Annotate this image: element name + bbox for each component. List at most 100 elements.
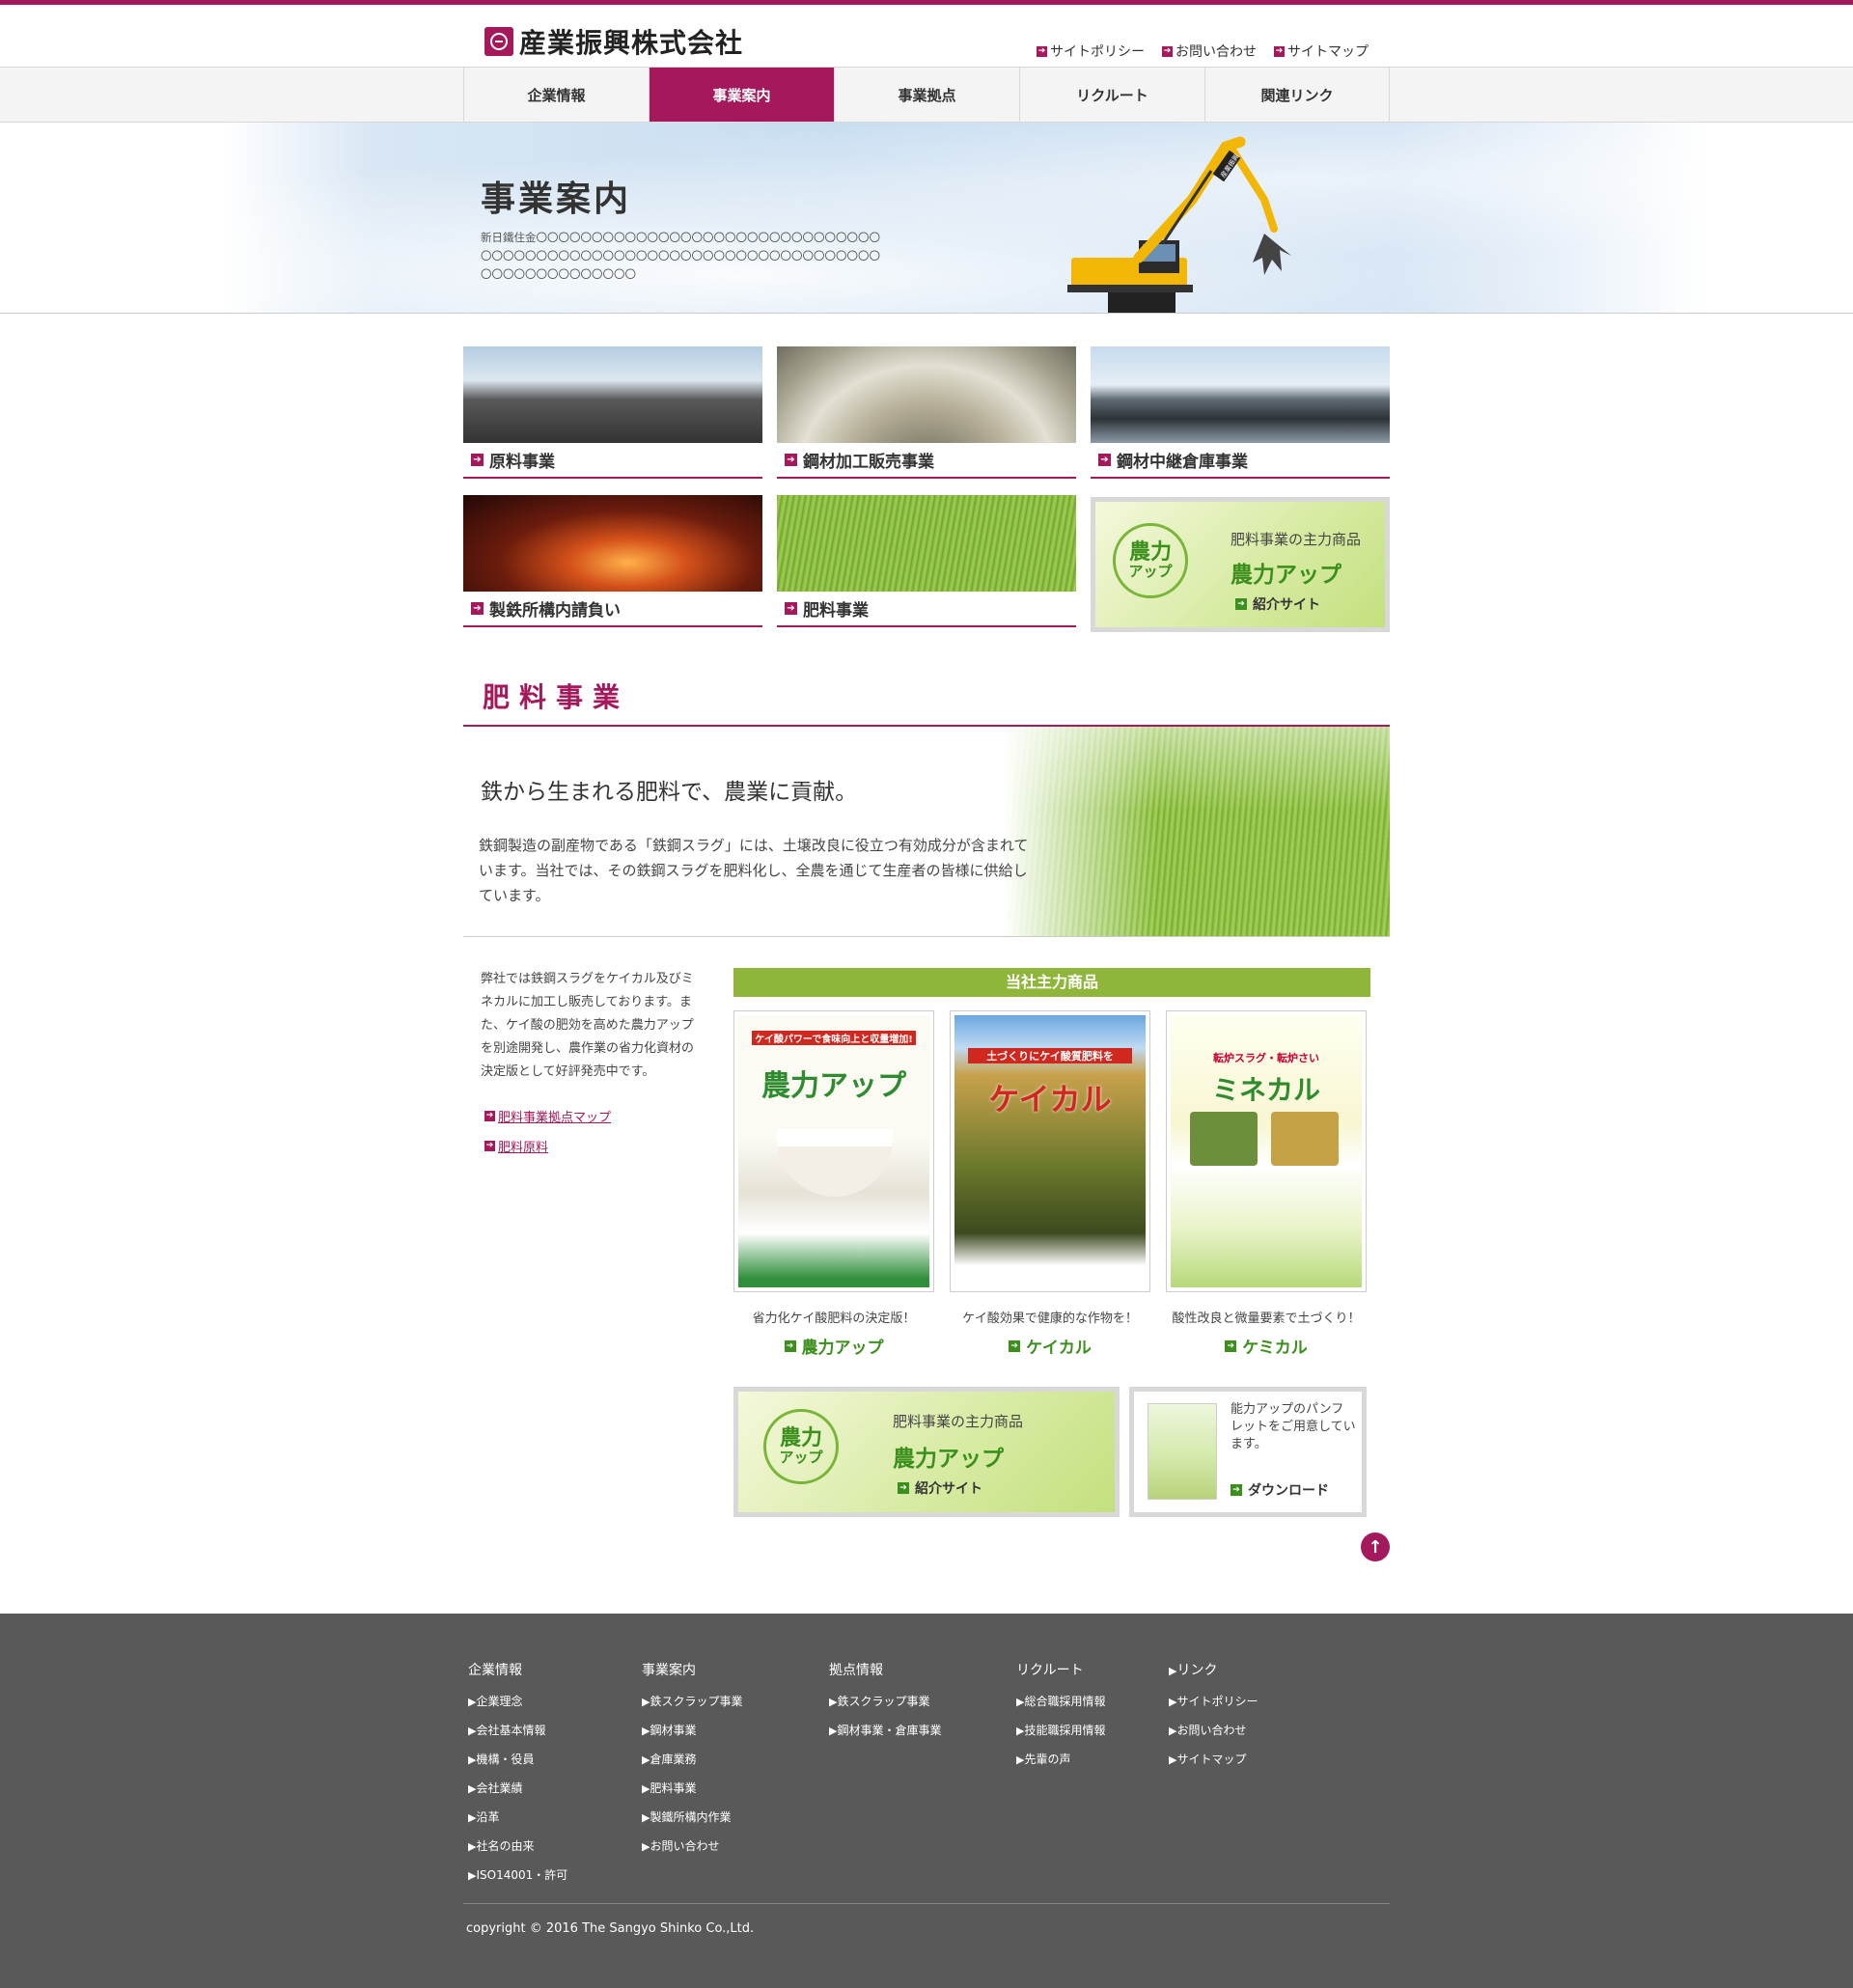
noryoku-up-banner-large[interactable]: 農力 アップ 肥料事業の主力商品 農力アップ ➔ 紹介サイト [733,1387,1120,1517]
tile-steel-warehouse[interactable]: ➔ 鋼材中継倉庫事業 [1091,346,1390,479]
arrow-right-icon: ➔ [484,1141,495,1151]
excavator-image: 産業振興 [1067,136,1291,313]
global-nav-bar: 企業情報 事業案内 事業拠点 リクルート 関連リンク [0,67,1853,123]
footer-link[interactable]: 鉄スクラップ事業 [642,1693,829,1709]
footer-link[interactable]: 企業理念 [468,1693,642,1709]
back-to-top-button[interactable]: ↑ [1361,1532,1390,1561]
footer-link[interactable]: お問い合わせ [1169,1722,1258,1738]
footer-link-label: ISO14001・許可 [476,1868,568,1882]
footer-link[interactable]: 沿革 [468,1809,642,1825]
poster-tagline: 土づくりにケイ酸質肥料を [968,1048,1132,1063]
fertilizer-detail: 弊社では鉄鋼スラグをケイカル及びミネカルに加工し販売しております。また、ケイ酸の… [463,968,1390,1517]
scrap-image [463,346,762,443]
arrow-right-icon: ➔ [1231,1484,1242,1496]
product-name-link[interactable]: ➔ ケイカル [950,1334,1150,1358]
noryoku-logo: 農力 アップ [763,1409,839,1484]
footer-link[interactable]: 鋼材事業・倉庫事業 [829,1722,1016,1738]
tile-raw-materials[interactable]: ➔ 原料事業 [463,346,762,479]
footer-col-title[interactable]: 事業案内 [642,1660,829,1679]
footer-divider [463,1903,1390,1904]
nav-item-business[interactable]: 事業案内 [649,68,834,122]
footer-link[interactable]: サイトポリシー [1169,1693,1258,1709]
banner-link[interactable]: ➔ 紹介サイト [898,1478,982,1498]
utility-link-site-policy[interactable]: ➔ サイトポリシー [1037,41,1145,61]
pamphlet-download-banner[interactable]: 能力アップのパンフレットをご用意しています。 ➔ ダウンロード [1129,1387,1367,1517]
products-panel: 当社主力商品 ケイ酸パワーで食味向上と収量増加! 農力アップ 省力化ケイ酸肥料の… [733,968,1370,1517]
link-label: 肥料事業拠点マップ [498,1111,612,1125]
footer-link[interactable]: 会社業績 [468,1780,642,1796]
footer-columns: 企業情報 企業理念 会社基本情報 機構・役員 会社業績 沿革 社名の由来 ISO… [463,1614,1390,1895]
arrow-right-icon: ➔ [785,602,797,615]
arrow-right-icon: ➔ [1225,1339,1237,1352]
tile-label: 製鉄所構内請負い [489,601,621,621]
download-link[interactable]: ➔ ダウンロード [1231,1480,1329,1500]
product-name-link[interactable]: ➔ 農力アップ [733,1334,934,1358]
footer-link[interactable]: 機構・役員 [468,1751,642,1767]
footer-link[interactable]: 総合職採用情報 [1016,1693,1169,1709]
product-card[interactable]: 転炉スラグ・転炉さい ミネカル 酸性改良と微量要素で土づくり！ ➔ ケミカル [1166,1010,1367,1358]
footer-link-label: 企業理念 [476,1695,523,1708]
footer-link[interactable]: リンク [1169,1660,1258,1679]
footer-link[interactable]: 倉庫業務 [642,1751,829,1767]
product-poster[interactable]: ケイ酸パワーで食味向上と収量増加! 農力アップ [733,1010,934,1292]
footer-col-title[interactable]: 企業情報 [468,1660,642,1679]
business-tiles: ➔ 原料事業 ➔ 鋼材加工販売事業 ➔ 鋼材中継倉庫事業 ➔ 製鉄所構内請負い ➔ 肥料事… [463,346,1390,632]
nav-item-links[interactable]: 関連リンク [1204,68,1390,122]
product-poster[interactable]: 土づくりにケイ酸質肥料を ケイカル [950,1010,1150,1292]
banner-link[interactable]: ➔ 紹介サイト [1235,594,1320,614]
footer-link-label: 鋼材事業・倉庫事業 [837,1724,942,1737]
tile-steelworks-contract[interactable]: ➔ 製鉄所構内請負い [463,495,762,627]
footer-link[interactable]: 製鐵所構内作業 [642,1809,829,1825]
hero-description: 新日鐵住金〇〇〇〇〇〇〇〇〇〇〇〇〇〇〇〇〇〇〇〇〇〇〇〇〇〇〇〇〇〇〇〇〇〇〇… [481,231,880,281]
vegetables-photo [1190,1112,1258,1166]
link-fertilizer-map[interactable]: ➔ 肥料事業拠点マップ [481,1107,733,1125]
footer-link-label: サイトポリシー [1176,1695,1258,1708]
product-name: ケミカル [1242,1339,1308,1358]
footer-link[interactable]: 鋼材事業 [642,1722,829,1738]
footer-link[interactable]: 先輩の声 [1016,1751,1169,1767]
footer-link[interactable]: サイトマップ [1169,1751,1258,1767]
banner-title: 農力アップ [1231,563,1341,588]
footer-link-label: 社名の由来 [476,1839,535,1853]
footer-col-business: 事業案内 鉄スクラップ事業 鋼材事業 倉庫業務 肥料事業 製鐵所構内作業 お問い… [642,1660,829,1895]
footer-link-label: リンク [1176,1663,1218,1678]
footer-link[interactable]: 肥料事業 [642,1780,829,1796]
rice-field-image [1004,727,1390,936]
product-card[interactable]: 土づくりにケイ酸質肥料を ケイカル ケイ酸効果で健康的な作物を！ ➔ ケイカル [950,1010,1150,1358]
utility-link-contact[interactable]: ➔ お問い合わせ [1162,41,1257,61]
poster-tagline: 転炉スラグ・転炉さい [1213,1052,1319,1064]
noryoku-up-banner[interactable]: 農力 アップ 肥料事業の主力商品 農力アップ ➔ 紹介サイト [1091,497,1390,632]
product-caption: ケイ酸効果で健康的な作物を！ [962,1312,1138,1326]
footer-link[interactable]: 鉄スクラップ事業 [829,1693,1016,1709]
footer-link[interactable]: 会社基本情報 [468,1722,642,1738]
footer-link-label: 機構・役員 [476,1753,535,1766]
site-footer: 企業情報 企業理念 会社基本情報 機構・役員 会社業績 沿革 社名の由来 ISO… [0,1614,1853,1988]
nav-item-locations[interactable]: 事業拠点 [834,68,1019,122]
footer-link[interactable]: お問い合わせ [642,1837,829,1854]
link-fertilizer-materials[interactable]: ➔ 肥料原料 [481,1137,733,1155]
nav-item-company[interactable]: 企業情報 [463,68,649,122]
footer-link-label: 先輩の声 [1024,1753,1071,1766]
tile-fertilizer[interactable]: ➔ 肥料事業 [777,495,1076,627]
site-logo[interactable]: 産業振興株式会社 [484,22,743,61]
footer-link[interactable]: 社名の由来 [468,1837,642,1854]
utility-link-sitemap[interactable]: ➔ サイトマップ [1274,41,1369,61]
copyright: copyright © 2016 The Sangyo Shinko Co.,L… [466,1921,755,1936]
footer-link-label: 鋼材事業 [650,1724,697,1737]
poster-title: ケイカル [988,1081,1112,1118]
footer-col-title[interactable]: リクルート [1016,1660,1169,1679]
footer-link[interactable]: 技能職採用情報 [1016,1722,1169,1738]
bottom-banners: 農力 アップ 肥料事業の主力商品 農力アップ ➔ 紹介サイト 能力アップのパンフレ… [733,1387,1370,1517]
product-poster[interactable]: 転炉スラグ・転炉さい ミネカル [1166,1010,1367,1292]
footer-col-recruit: リクルート 総合職採用情報 技能職採用情報 先輩の声 [1016,1660,1169,1895]
footer-link[interactable]: ISO14001・許可 [468,1866,642,1883]
nav-item-recruit[interactable]: リクルート [1019,68,1204,122]
footer-col-title[interactable]: 拠点情報 [829,1660,1016,1679]
banner-title: 農力アップ [893,1447,1004,1472]
product-name-link[interactable]: ➔ ケミカル [1166,1334,1367,1358]
product-card[interactable]: ケイ酸パワーで食味向上と収量増加! 農力アップ 省力化ケイ酸肥料の決定版！ ➔ 農… [733,1010,934,1358]
tile-steel-processing[interactable]: ➔ 鋼材加工販売事業 [777,346,1076,479]
intro-body: 鉄鋼製造の副産物である「鉄鋼スラグ」には、土壌改良に役立つ有効成分が含まれていま… [479,837,1029,904]
global-nav: 企業情報 事業案内 事業拠点 リクルート 関連リンク [463,68,1390,122]
product-list: ケイ酸パワーで食味向上と収量増加! 農力アップ 省力化ケイ酸肥料の決定版！ ➔ 農… [733,1010,1370,1358]
